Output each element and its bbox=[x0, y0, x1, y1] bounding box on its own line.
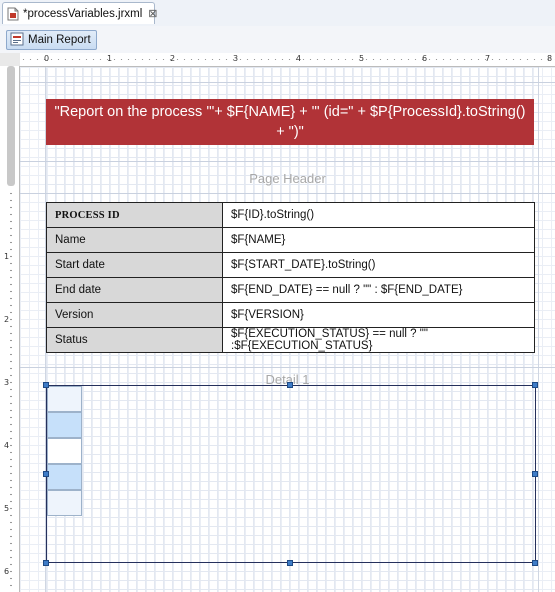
field-expression-status[interactable]: $F{EXECUTION_STATUS} == null ? "" :$F{EX… bbox=[222, 327, 535, 353]
resize-handle[interactable] bbox=[532, 560, 538, 566]
vertical-ruler: 1 2 3 4 5 6 bbox=[0, 66, 20, 592]
report-icon bbox=[10, 32, 24, 49]
process-properties-table: PROCESS ID $F{ID}.toString() Name $F{NAM… bbox=[46, 202, 535, 353]
ruler-mark: 2 bbox=[4, 315, 10, 324]
ruler-mark: 8 bbox=[547, 54, 553, 63]
vertical-scroll-thumb[interactable] bbox=[7, 66, 15, 186]
page-header-band-label: Page Header bbox=[249, 171, 326, 186]
report-title-expression: "Report on the process '"+ $F{NAME} + "'… bbox=[54, 104, 526, 140]
resize-handle[interactable] bbox=[287, 560, 293, 566]
field-label-end-date[interactable]: End date bbox=[46, 277, 223, 303]
band-separator bbox=[20, 82, 555, 83]
resize-handle[interactable] bbox=[43, 471, 49, 477]
ruler-mark: 0 bbox=[44, 54, 50, 63]
ruler-mark: 7 bbox=[485, 54, 491, 63]
selected-detail-element[interactable] bbox=[46, 385, 536, 563]
ruler-mark: 5 bbox=[359, 54, 365, 63]
ruler-mark: 4 bbox=[4, 441, 10, 450]
resize-handle[interactable] bbox=[287, 382, 293, 388]
field-label-status[interactable]: Status bbox=[46, 327, 223, 353]
ruler-mark: 1 bbox=[4, 252, 10, 261]
ruler-mark: 2 bbox=[170, 54, 176, 63]
ruler-mark: 3 bbox=[233, 54, 239, 63]
table-row: Status $F{EXECUTION_STATUS} == null ? ""… bbox=[46, 327, 535, 353]
main-report-button[interactable]: Main Report bbox=[6, 30, 97, 50]
field-label-start-date[interactable]: Start date bbox=[46, 252, 223, 278]
editor-tab-strip: *processVariables.jrxml ⊠ bbox=[0, 0, 555, 27]
report-title-textfield[interactable]: "Report on the process '"+ $F{NAME} + "'… bbox=[46, 99, 534, 145]
close-icon[interactable]: ⊠ bbox=[148, 7, 157, 20]
table-row: End date $F{END_DATE} == null ? "" : $F{… bbox=[46, 277, 535, 303]
ruler-mark: 6 bbox=[422, 54, 428, 63]
table-row: Start date $F{START_DATE}.toString() bbox=[46, 252, 535, 278]
field-expression-version[interactable]: $F{VERSION} bbox=[222, 302, 535, 328]
resize-handle[interactable] bbox=[43, 560, 49, 566]
band-separator bbox=[20, 367, 555, 368]
horizontal-ruler: 0 1 2 3 4 5 6 7 8 bbox=[20, 53, 555, 67]
ruler-corner bbox=[0, 53, 21, 67]
field-expression-end-date[interactable]: $F{END_DATE} == null ? "" : $F{END_DATE} bbox=[222, 277, 535, 303]
ruler-mark: 5 bbox=[4, 504, 10, 513]
resize-handle[interactable] bbox=[532, 382, 538, 388]
field-expression-process-id[interactable]: $F{ID}.toString() bbox=[222, 202, 535, 228]
field-label-version[interactable]: Version bbox=[46, 302, 223, 328]
table-row: PROCESS ID $F{ID}.toString() bbox=[46, 202, 535, 228]
band-separator bbox=[20, 161, 555, 162]
ruler-mark: 1 bbox=[107, 54, 113, 63]
band-separator bbox=[20, 193, 555, 194]
jrxml-file-icon bbox=[7, 7, 19, 21]
table-row: Version $F{VERSION} bbox=[46, 302, 535, 328]
field-expression-name[interactable]: $F{NAME} bbox=[222, 227, 535, 253]
field-expression-start-date[interactable]: $F{START_DATE}.toString() bbox=[222, 252, 535, 278]
table-row: Name $F{NAME} bbox=[46, 227, 535, 253]
field-label-process-id[interactable]: PROCESS ID bbox=[46, 202, 223, 228]
ruler-mark: 3 bbox=[4, 378, 10, 387]
ruler-mark: 4 bbox=[296, 54, 302, 63]
tab-process-variables[interactable]: *processVariables.jrxml ⊠ bbox=[2, 2, 158, 24]
ruler-mark: 6 bbox=[4, 567, 10, 576]
resize-handle[interactable] bbox=[43, 382, 49, 388]
report-design-canvas[interactable]: "Report on the process '"+ $F{NAME} + "'… bbox=[20, 67, 555, 592]
report-toolbar: Main Report bbox=[0, 26, 555, 54]
field-label-name[interactable]: Name bbox=[46, 227, 223, 253]
resize-handle[interactable] bbox=[532, 471, 538, 477]
tab-label: *processVariables.jrxml bbox=[23, 7, 143, 20]
main-report-label: Main Report bbox=[28, 34, 91, 46]
